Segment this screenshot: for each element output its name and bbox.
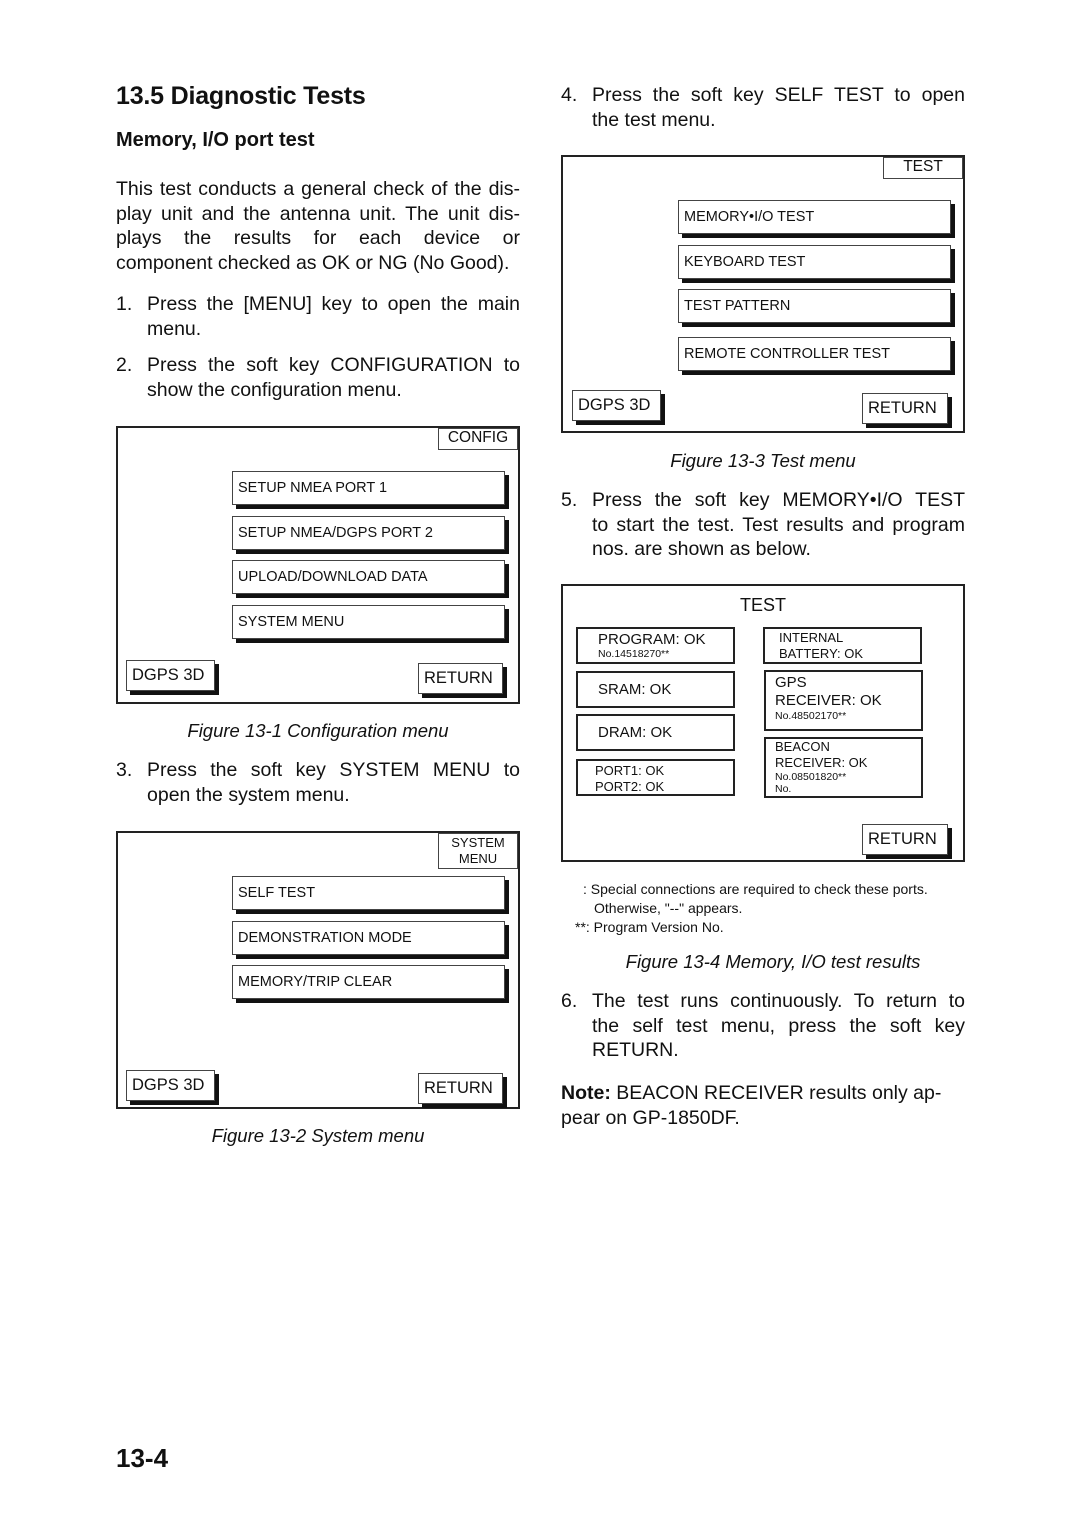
- port2-result: PORT2: OK: [595, 779, 665, 794]
- test-results-screen: TEST PROGRAM: OK No.14518270** SRAM: OK …: [561, 584, 965, 862]
- note: Note: BEACON RECEIVER results only ap- p…: [561, 1081, 965, 1130]
- program-label: PROGRAM: OK: [598, 631, 706, 648]
- footnote-ports: : Special connections are required to ch…: [583, 881, 928, 897]
- step-number: 2.: [116, 354, 133, 376]
- test-menu-screen: TEST MEMORY•I/O TEST KEYBOARD TEST TEST …: [561, 155, 965, 433]
- system-menu-button[interactable]: SYSTEM MENU: [232, 605, 505, 639]
- beacon-line: RECEIVER: OK: [775, 755, 868, 770]
- step-line: show the configuration menu.: [147, 378, 402, 401]
- return-button[interactable]: RETURN: [418, 663, 503, 694]
- step-number: 4.: [561, 84, 578, 106]
- subsection-title: Memory, I/O port test: [116, 129, 315, 151]
- figure-caption: Figure 13-2 System menu: [211, 1125, 425, 1146]
- program-version: No.14518270**: [598, 648, 670, 660]
- return-button[interactable]: RETURN: [418, 1073, 503, 1104]
- page-number: 13-4: [116, 1443, 169, 1473]
- ports-result: PORT1: OK PORT2: OK: [576, 759, 735, 796]
- tag-line: SYSTEM: [451, 835, 505, 850]
- intro-paragraph: This test conducts a general check of th…: [116, 177, 520, 276]
- intro-line: play unit and the antenna unit. The unit…: [116, 202, 520, 225]
- step-number: 1.: [116, 293, 133, 315]
- figure-caption: Figure 13-1 Configuration menu: [187, 720, 449, 741]
- sram-result: SRAM: OK: [576, 671, 735, 708]
- step-line: Press the soft key MEMORY•I/O TEST: [592, 489, 965, 511]
- config-menu-screen: CONFIG SETUP NMEA PORT 1 SETUP NMEA/DGPS…: [116, 426, 520, 704]
- keyboard-test-button[interactable]: KEYBOARD TEST: [678, 245, 951, 279]
- intro-line: component checked as OK or NG (No Good).: [116, 252, 510, 275]
- return-button[interactable]: RETURN: [862, 824, 948, 855]
- step-3: 3. Press the soft key SYSTEM MENU to ope…: [116, 758, 520, 808]
- dgps-3d-status-button[interactable]: DGPS 3D: [126, 1070, 215, 1101]
- step-6: 6. The test runs continuously. To return…: [561, 989, 965, 1064]
- step-line: nos. are shown as below.: [592, 538, 811, 561]
- step-line: menu.: [147, 317, 202, 340]
- demonstration-mode-button[interactable]: DEMONSTRATION MODE: [232, 921, 505, 955]
- section-title: 13.5 Diagnostic Tests: [116, 82, 366, 110]
- test-pattern-button[interactable]: TEST PATTERN: [678, 289, 951, 323]
- intro-line: This test conducts a general check of th…: [116, 178, 520, 200]
- step-number: 5.: [561, 489, 578, 511]
- note-text: BEACON RECEIVER results only ap-: [610, 1082, 942, 1104]
- self-test-button[interactable]: SELF TEST: [232, 876, 505, 910]
- gps-line: GPS: [775, 674, 807, 691]
- footnotes: : Special connections are required to ch…: [575, 880, 980, 937]
- dram-result: DRAM: OK: [576, 714, 735, 751]
- step-line: Press the soft key SYSTEM MENU to: [147, 759, 520, 781]
- memory-trip-clear-button[interactable]: MEMORY/TRIP CLEAR: [232, 965, 505, 999]
- dgps-3d-status-button[interactable]: DGPS 3D: [126, 660, 215, 691]
- battery-result: INTERNAL BATTERY: OK: [763, 627, 922, 664]
- beacon-version-extra: No.: [775, 783, 792, 795]
- note-line: pear on GP-1850DF.: [561, 1106, 740, 1129]
- step-number: 3.: [116, 759, 133, 781]
- footnote-ports-cont: Otherwise, "--" appears.: [594, 900, 743, 916]
- upload-download-data-button[interactable]: UPLOAD/DOWNLOAD DATA: [232, 560, 505, 594]
- step-line: the self test menu, press the soft key: [592, 1014, 965, 1037]
- step-line: Press the soft key SELF TEST to open: [592, 84, 965, 106]
- step-line: RETURN.: [592, 1039, 679, 1062]
- step-line: The test runs continuously. To return to: [592, 990, 965, 1012]
- figure-caption: Figure 13-4 Memory, I/O test results: [625, 951, 921, 972]
- note-label: Note:: [561, 1082, 611, 1104]
- step-line: Press the [MENU] key to open the main: [147, 293, 520, 315]
- step-4: 4. Press the soft key SELF TEST to open …: [561, 83, 965, 133]
- beacon-version: No.08501820**: [775, 771, 847, 783]
- intro-line: plays the results for each device or: [116, 227, 520, 250]
- battery-line: BATTERY: OK: [779, 646, 864, 661]
- test-menu-tag: TEST: [883, 157, 963, 179]
- program-result: PROGRAM: OK No.14518270**: [576, 627, 735, 664]
- system-menu-tag: SYSTEM MENU: [438, 833, 518, 869]
- dgps-3d-status-button[interactable]: DGPS 3D: [572, 390, 661, 421]
- gps-version: No.48502170**: [775, 710, 847, 722]
- config-menu-tag: CONFIG: [438, 428, 518, 450]
- step-2: 2. Press the soft key CONFIGURATION to s…: [116, 353, 520, 403]
- step-line: open the system menu.: [147, 783, 350, 806]
- footnote-version: **: Program Version No.: [575, 919, 724, 935]
- note-line: Note: BEACON RECEIVER results only ap-: [561, 1081, 965, 1106]
- step-line: the test menu.: [592, 108, 716, 131]
- results-title: TEST: [739, 595, 786, 615]
- setup-nmea-port-1-button[interactable]: SETUP NMEA PORT 1: [232, 471, 505, 505]
- memory-io-test-button[interactable]: MEMORY•I/O TEST: [678, 200, 951, 234]
- step-line: to start the test. Test results and prog…: [592, 513, 965, 536]
- tag-line: MENU: [458, 851, 498, 866]
- port1-result: PORT1: OK: [595, 763, 665, 778]
- battery-line: INTERNAL: [779, 630, 844, 645]
- step-line: Press the soft key CONFIGURATION to: [147, 354, 520, 376]
- step-5: 5. Press the soft key MEMORY•I/O TEST to…: [561, 488, 965, 563]
- step-1: 1. Press the [MENU] key to open the main…: [116, 292, 520, 342]
- return-button[interactable]: RETURN: [862, 393, 948, 424]
- setup-nmea-dgps-port-2-button[interactable]: SETUP NMEA/DGPS PORT 2: [232, 516, 505, 550]
- beacon-receiver-result: BEACON RECEIVER: OK No.08501820** No.: [764, 737, 923, 798]
- beacon-line: BEACON: [775, 739, 830, 754]
- gps-receiver-result: GPS RECEIVER: OK No.48502170**: [764, 670, 923, 731]
- step-number: 6.: [561, 990, 578, 1012]
- figure-caption: Figure 13-3 Test menu: [670, 450, 856, 471]
- system-menu-screen: SYSTEM MENU SELF TEST DEMONSTRATION MODE…: [116, 831, 520, 1109]
- gps-line: RECEIVER: OK: [775, 692, 882, 709]
- remote-controller-test-button[interactable]: REMOTE CONTROLLER TEST: [678, 337, 951, 371]
